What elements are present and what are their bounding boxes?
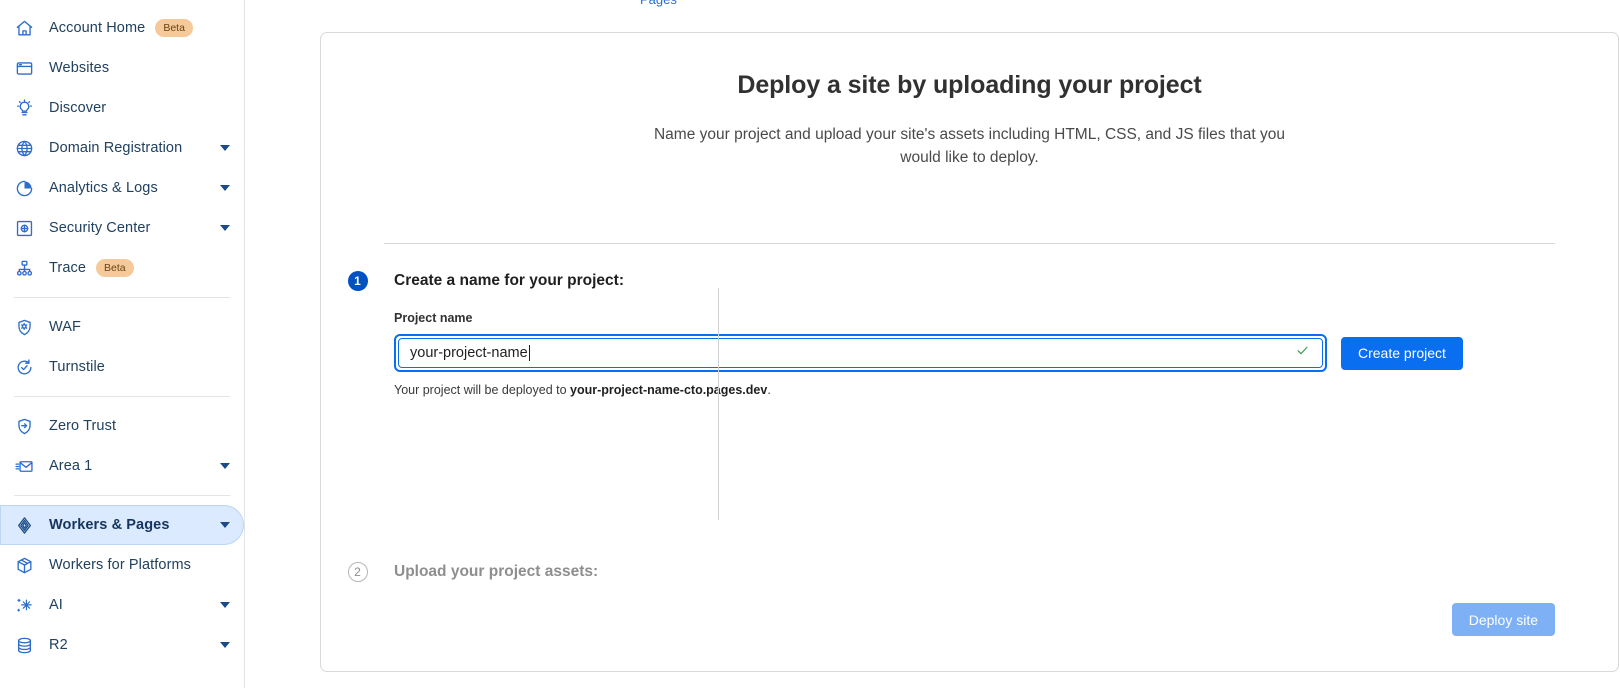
chevron-down-icon[interactable] — [220, 602, 230, 608]
chevron-down-icon[interactable] — [220, 522, 230, 528]
sidebar-item-label: Analytics & Logs — [49, 181, 158, 196]
sidebar-item-label: Domain Registration — [49, 141, 182, 156]
sidebar-group-developer: Workers & Pages Workers for Platforms AI… — [0, 505, 244, 665]
sidebar-item-workers-for-platforms[interactable]: Workers for Platforms — [0, 545, 244, 585]
sidebar-item-area-1[interactable]: Area 1 — [0, 446, 244, 486]
step-one-body: Create a name for your project: Project … — [394, 271, 1618, 397]
project-name-row: your-project-name Create project — [394, 334, 1578, 372]
sidebar-item-discover[interactable]: Discover — [0, 88, 244, 128]
chevron-down-icon[interactable] — [220, 463, 230, 469]
shield-arrow-icon — [13, 415, 35, 437]
sidebar-item-workers-and-pages[interactable]: Workers & Pages — [0, 505, 244, 545]
sidebar-item-label: Discover — [49, 101, 106, 116]
deploy-target-helper: Your project will be deployed to your-pr… — [394, 383, 1578, 397]
lightbulb-icon — [13, 97, 35, 119]
sidebar-item-label: Turnstile — [49, 360, 105, 375]
shield-monitor-icon — [13, 217, 35, 239]
cube-icon — [13, 554, 35, 576]
step-two-title: Upload your project assets: — [394, 562, 1578, 582]
step-two-number: 2 — [348, 562, 368, 582]
sidebar-item-ai[interactable]: AI — [0, 585, 244, 625]
cloudflare-dashboard: Account Home Beta Websites Discover Doma… — [0, 0, 1620, 688]
breadcrumb[interactable]: Pages — [640, 0, 677, 7]
sidebar-divider — [14, 396, 230, 397]
sidebar-item-label: Websites — [49, 61, 109, 76]
sidebar-divider — [14, 297, 230, 298]
sidebar-item-label: WAF — [49, 320, 81, 335]
sidebar-item-label: R2 — [49, 638, 68, 653]
helper-suffix: . — [767, 383, 770, 397]
sidebar-item-label: Zero Trust — [49, 419, 116, 434]
sidebar-group-account: Account Home Beta Websites Discover Doma… — [0, 8, 244, 288]
page-subtitle: Name your project and upload your site's… — [650, 123, 1290, 169]
sidebar-item-domain-registration[interactable]: Domain Registration — [0, 128, 244, 168]
sidebar-item-turnstile[interactable]: Turnstile — [0, 347, 244, 387]
sidebar: Account Home Beta Websites Discover Doma… — [0, 0, 245, 688]
sidebar-item-security-center[interactable]: Security Center — [0, 208, 244, 248]
helper-domain: your-project-name-cto.pages.dev — [570, 383, 767, 397]
pie-chart-icon — [13, 177, 35, 199]
sitemap-icon — [13, 257, 35, 279]
sidebar-item-label: Account Home — [49, 21, 145, 36]
sidebar-item-analytics-logs[interactable]: Analytics & Logs — [0, 168, 244, 208]
browser-window-icon — [13, 57, 35, 79]
deploy-card: Deploy a site by uploading your project … — [320, 32, 1619, 672]
home-icon — [13, 17, 35, 39]
main-content: Pages Deploy a site by uploading your pr… — [245, 0, 1620, 688]
sidebar-item-label: AI — [49, 598, 63, 613]
sidebar-group-security: WAF Turnstile — [0, 307, 244, 387]
sidebar-item-waf[interactable]: WAF — [0, 307, 244, 347]
envelope-icon — [13, 455, 35, 477]
project-name-focus-ring: your-project-name — [394, 334, 1327, 372]
step-two-gutter: 2 — [321, 562, 394, 582]
beta-badge: Beta — [155, 19, 193, 38]
chevron-down-icon[interactable] — [220, 145, 230, 151]
workers-icon — [13, 514, 35, 536]
create-project-button[interactable]: Create project — [1341, 337, 1463, 370]
sidebar-item-label: Workers for Platforms — [49, 558, 191, 573]
database-icon — [13, 634, 35, 656]
sidebar-divider — [14, 495, 230, 496]
sidebar-group-zero-trust: Zero Trust Area 1 — [0, 406, 244, 486]
page-title: Deploy a site by uploading your project — [321, 71, 1618, 100]
card-header: Deploy a site by uploading your project … — [321, 33, 1618, 169]
sidebar-item-label: Trace — [49, 261, 86, 276]
sidebar-item-label: Area 1 — [49, 459, 92, 474]
sidebar-item-account-home[interactable]: Account Home Beta — [0, 8, 244, 48]
step-one-title: Create a name for your project: — [394, 271, 1578, 291]
sidebar-item-trace[interactable]: Trace Beta — [0, 248, 244, 288]
sidebar-item-r2[interactable]: R2 — [0, 625, 244, 665]
step-two: 2 Upload your project assets: — [321, 562, 1618, 582]
chevron-down-icon[interactable] — [220, 642, 230, 648]
section-divider — [384, 243, 1555, 244]
deploy-site-button[interactable]: Deploy site — [1452, 603, 1555, 636]
beta-badge: Beta — [96, 259, 134, 278]
step-connector-line — [718, 288, 719, 520]
project-name-value: your-project-name — [410, 346, 528, 361]
sidebar-item-zero-trust[interactable]: Zero Trust — [0, 406, 244, 446]
globe-icon — [13, 137, 35, 159]
chevron-down-icon[interactable] — [220, 225, 230, 231]
sidebar-item-label: Workers & Pages — [49, 518, 170, 533]
chevron-down-icon[interactable] — [220, 185, 230, 191]
text-cursor — [529, 345, 530, 361]
step-one-number: 1 — [348, 271, 368, 291]
step-two-body: Upload your project assets: — [394, 562, 1618, 582]
check-icon — [1295, 343, 1310, 363]
step-one-gutter: 1 — [321, 271, 394, 291]
project-name-label: Project name — [394, 311, 1578, 325]
shield-gear-icon — [13, 316, 35, 338]
steps-list: 1 Create a name for your project: Projec… — [321, 271, 1618, 582]
sparkle-icon — [13, 594, 35, 616]
project-name-input[interactable]: your-project-name — [398, 338, 1323, 368]
sidebar-item-label: Security Center — [49, 221, 150, 236]
sidebar-item-websites[interactable]: Websites — [0, 48, 244, 88]
project-name-input-wrap: your-project-name — [394, 334, 1327, 372]
step-one: 1 Create a name for your project: Projec… — [321, 271, 1618, 397]
shield-check-rotate-icon — [13, 356, 35, 378]
helper-prefix: Your project will be deployed to — [394, 383, 570, 397]
